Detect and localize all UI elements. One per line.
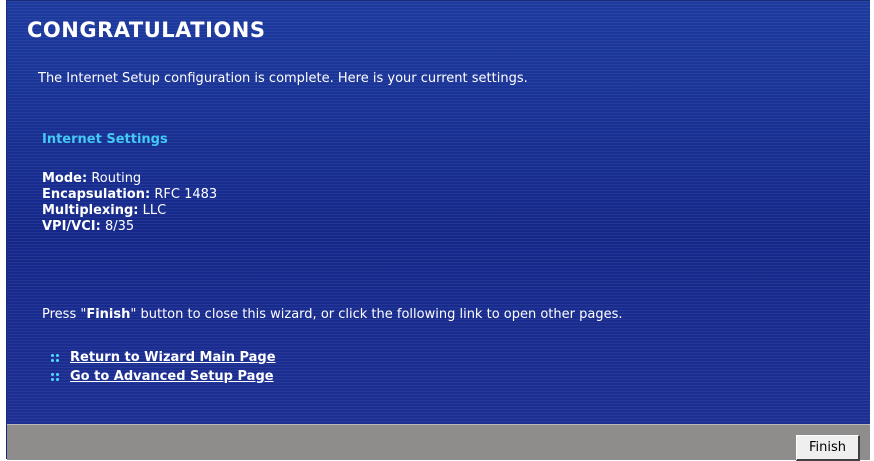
- finish-button[interactable]: Finish: [796, 435, 860, 461]
- setting-vpi-vci: VPI/VCI: 8/35: [42, 219, 217, 235]
- settings-list: Mode: Routing Encapsulation: RFC 1483 Mu…: [42, 171, 217, 235]
- page-links: Return to Wizard Main Page Go to Advance…: [50, 348, 276, 386]
- content-panel: CONGRATULATIONS The Internet Setup confi…: [7, 1, 870, 424]
- setting-encapsulation: Encapsulation: RFC 1483: [42, 187, 217, 203]
- wizard-window: CONGRATULATIONS The Internet Setup confi…: [6, 0, 870, 461]
- instructions-finish-word: Finish: [86, 307, 131, 322]
- button-bar: Finish: [7, 424, 870, 461]
- finish-instructions: Press "Finish" button to close this wiza…: [42, 307, 623, 322]
- instructions-suffix: " button to close this wizard, or click …: [130, 307, 623, 322]
- page-title: CONGRATULATIONS: [27, 18, 266, 42]
- bullet-icon: [50, 352, 60, 363]
- go-to-advanced-setup-link[interactable]: Go to Advanced Setup Page: [70, 367, 274, 386]
- return-to-wizard-main-link[interactable]: Return to Wizard Main Page: [70, 348, 276, 367]
- setting-mode: Mode: Routing: [42, 171, 217, 187]
- instructions-prefix: Press ": [42, 307, 87, 322]
- setting-label: Encapsulation:: [42, 187, 151, 202]
- setting-value: 8/35: [104, 219, 135, 234]
- internet-settings-heading: Internet Settings: [42, 132, 168, 147]
- intro-text: The Internet Setup configuration is comp…: [38, 71, 528, 86]
- setting-value: RFC 1483: [154, 187, 218, 202]
- setting-value: LLC: [142, 203, 167, 218]
- link-row-wizard-main: Return to Wizard Main Page: [50, 348, 276, 367]
- setting-multiplexing: Multiplexing: LLC: [42, 203, 217, 219]
- link-row-advanced-setup: Go to Advanced Setup Page: [50, 367, 276, 386]
- setting-value: Routing: [91, 171, 142, 186]
- bullet-icon: [50, 371, 60, 382]
- setting-label: VPI/VCI:: [42, 219, 101, 234]
- setting-label: Mode:: [42, 171, 88, 186]
- setting-label: Multiplexing:: [42, 203, 139, 218]
